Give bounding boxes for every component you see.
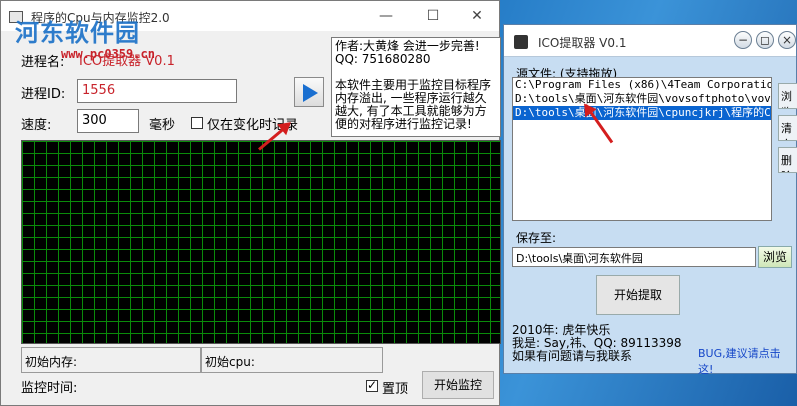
topmost-checkbox[interactable]: [366, 378, 378, 392]
window-title: ICO提取器 V0.1: [538, 36, 627, 50]
only-on-change-checkbox[interactable]: [191, 117, 203, 129]
delete-button[interactable]: 删除: [778, 147, 797, 173]
app-icon: [514, 35, 528, 49]
watermark-url: www.pc0359.cn: [61, 47, 155, 61]
close-button[interactable]: ×: [778, 31, 796, 49]
speed-label: 速度:: [21, 118, 52, 133]
start-extract-button[interactable]: 开始提取: [596, 275, 680, 315]
list-item-selected[interactable]: D:\tools\桌面\河东软件园\cpuncjkrj\程序的Cp: [513, 106, 771, 120]
restore-button[interactable]: ◻: [756, 31, 774, 49]
minimize-button[interactable]: —: [366, 6, 406, 26]
start-monitor-button[interactable]: 开始监控: [422, 371, 494, 399]
author-notes: 作者:大黄烽 会进一步完善! QQ: 751680280 本软件主要用于监控目标…: [331, 37, 501, 137]
maximize-button[interactable]: ☐: [413, 6, 453, 26]
initial-cpu-field: 初始cpu:: [201, 347, 383, 373]
speed-input[interactable]: 300: [77, 109, 139, 133]
close-button[interactable]: ✕: [457, 6, 497, 26]
select-process-button[interactable]: [294, 77, 324, 107]
bug-report-link[interactable]: BUG,建议请点击这!: [698, 345, 796, 377]
play-arrow-icon: [303, 84, 318, 102]
list-item[interactable]: C:\Program Files (x86)\4Team Corporation…: [513, 78, 771, 92]
footer-line-3: 如果有问题请与我联系: [512, 349, 633, 363]
speed-unit: 毫秒: [149, 118, 176, 133]
topmost-label: 置顶: [382, 382, 409, 397]
save-to-input[interactable]: D:\tools\桌面\河东软件园: [512, 247, 756, 267]
process-name-label: 进程名:: [21, 55, 65, 70]
monitor-window: 程序的Cpu与内存监控2.0 — ☐ ✕ 河东软件园 进程名: ICO提取器 V…: [0, 0, 501, 406]
monitor-time-label: 监控时间:: [21, 381, 78, 396]
watermark-logo: 河东软件园: [15, 19, 140, 47]
process-id-input[interactable]: 1556: [77, 79, 237, 103]
monitor-graph: [21, 140, 501, 344]
source-file-list[interactable]: C:\Program Files (x86)\4Team Corporation…: [512, 77, 772, 221]
clear-button[interactable]: 清空: [778, 115, 797, 141]
title-bar[interactable]: ICO提取器 V0.1 − ◻ ×: [504, 25, 796, 57]
minimize-button[interactable]: −: [734, 31, 752, 49]
save-to-label: 保存至:: [516, 231, 557, 245]
process-id-label: 进程ID:: [21, 87, 66, 102]
browse-save-button[interactable]: 浏览: [758, 246, 792, 268]
initial-memory-field: 初始内存:: [21, 347, 201, 373]
initial-memory-label: 初始内存:: [25, 355, 78, 369]
list-item[interactable]: D:\tools\桌面\河东软件园\vovsoftphoto\vovso: [513, 92, 771, 106]
browse-source-button[interactable]: 浏览: [778, 83, 797, 109]
initial-cpu-label: 初始cpu:: [205, 355, 255, 369]
ico-extractor-window: ICO提取器 V0.1 − ◻ × 源文件: (支持拖放) C:\Program…: [503, 24, 797, 377]
